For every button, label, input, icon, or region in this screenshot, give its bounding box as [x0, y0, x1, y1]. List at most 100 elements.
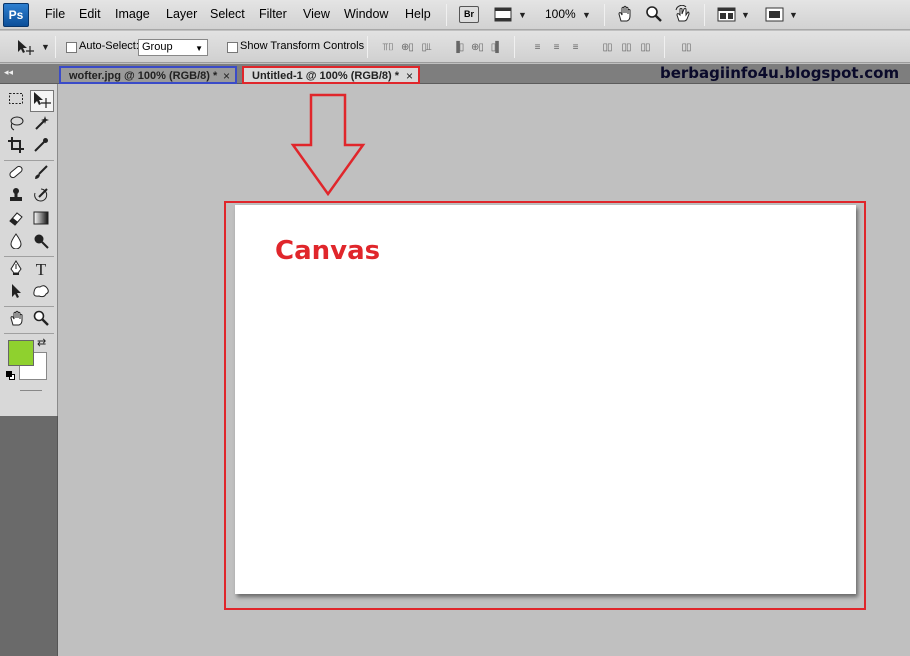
tab-wofter[interactable]: wofter.jpg @ 100% (RGB/8) * ×	[59, 66, 237, 84]
brush-tool[interactable]	[31, 164, 51, 184]
pen-icon	[10, 260, 22, 275]
chevron-down-icon[interactable]: ▼	[741, 10, 750, 20]
zoom-level[interactable]: 100%	[545, 7, 576, 21]
dodge-icon	[34, 234, 49, 249]
distribute-left-icon[interactable]: ▯▯	[599, 41, 615, 54]
canvas-annotation-label: Canvas	[275, 236, 381, 266]
screen-view-button[interactable]	[494, 7, 514, 23]
tools-separator	[4, 306, 54, 307]
stamp-icon	[10, 188, 22, 201]
hand-tool[interactable]	[6, 310, 26, 330]
marquee-tool[interactable]	[6, 92, 26, 112]
move-tool[interactable]	[30, 90, 54, 112]
history-brush-tool[interactable]	[31, 187, 51, 207]
distribute-top-icon[interactable]: ≡	[529, 41, 545, 54]
chevron-down-icon[interactable]: ▼	[789, 10, 798, 20]
bridge-button[interactable]: Br	[459, 6, 479, 23]
auto-align-icon[interactable]: ▯▯	[678, 41, 694, 54]
menu-separator	[446, 4, 447, 26]
foreground-color-swatch[interactable]	[8, 340, 34, 366]
magnifier-icon	[33, 310, 49, 326]
menu-layer[interactable]: Layer	[166, 7, 197, 21]
menu-file[interactable]: File	[45, 7, 65, 21]
film-strip-icon	[494, 7, 512, 22]
close-icon[interactable]: ×	[406, 68, 413, 85]
options-bar: ▼ Auto-Select: Group ▼ Show Transform Co…	[0, 31, 910, 63]
auto-select-label: Auto-Select:	[79, 40, 139, 52]
gradient-tool[interactable]	[31, 210, 51, 230]
drop-icon	[10, 233, 22, 250]
crop-tool[interactable]	[6, 137, 26, 157]
clone-stamp-tool[interactable]	[6, 187, 26, 207]
options-separator	[367, 36, 368, 58]
rotate-hand-icon	[675, 4, 690, 22]
distribute-right-icon[interactable]: ▯▯	[637, 41, 653, 54]
align-horizontal-center-icon[interactable]: ⊕▯	[469, 41, 485, 54]
chevron-down-icon[interactable]: ▼	[582, 10, 591, 20]
tools-panel: T ⇄	[0, 84, 58, 416]
dodge-tool[interactable]	[31, 233, 51, 253]
eraser-tool[interactable]	[6, 210, 26, 230]
arrange-documents-button[interactable]	[717, 7, 737, 23]
menu-view[interactable]: View	[303, 7, 330, 21]
tools-separator	[4, 333, 54, 334]
tab-label: wofter.jpg @ 100% (RGB/8) *	[69, 70, 218, 82]
custom-shape-tool[interactable]	[31, 283, 51, 303]
menu-edit[interactable]: Edit	[79, 7, 101, 21]
menu-help[interactable]: Help	[405, 7, 431, 21]
align-vertical-center-icon[interactable]: ⊕▯	[399, 41, 415, 54]
down-arrow-annotation	[290, 93, 366, 197]
default-colors-icon[interactable]	[6, 371, 15, 380]
align-bottom-icon[interactable]: ▯⫫	[418, 41, 434, 54]
distribute-horizontal-icon[interactable]: ▯▯	[618, 41, 634, 54]
type-icon: T	[35, 260, 47, 279]
auto-select-dropdown[interactable]: Group ▼	[138, 39, 208, 56]
distribute-bottom-icon[interactable]: ≡	[567, 41, 583, 54]
eyedropper-tool[interactable]	[31, 137, 51, 157]
magnifier-icon	[646, 6, 662, 22]
menu-filter[interactable]: Filter	[259, 7, 287, 21]
eyedropper-icon	[34, 138, 48, 152]
align-left-icon[interactable]: ▐▯	[450, 41, 466, 54]
gradient-icon	[33, 211, 49, 225]
tab-untitled[interactable]: Untitled-1 @ 100% (RGB/8) * ×	[242, 66, 420, 84]
show-transform-checkbox[interactable]	[227, 42, 238, 53]
distribute-center-icon[interactable]: ≡	[548, 41, 564, 54]
options-separator	[664, 36, 665, 58]
healing-brush-tool[interactable]	[6, 164, 26, 184]
menu-separator	[704, 4, 705, 26]
lasso-icon	[10, 116, 24, 131]
menu-image[interactable]: Image	[115, 7, 150, 21]
zoom-tool[interactable]	[31, 310, 51, 330]
move-tool-icon	[18, 40, 34, 55]
chevron-down-icon[interactable]: ▼	[518, 10, 527, 20]
eraser-icon	[9, 212, 23, 226]
chevron-down-icon: ▼	[195, 44, 203, 53]
pen-tool[interactable]	[6, 260, 26, 280]
collapse-panel-icon[interactable]: ◂◂	[4, 67, 13, 78]
lasso-tool[interactable]	[6, 115, 26, 135]
screen-mode-button[interactable]	[765, 6, 785, 24]
close-icon[interactable]: ×	[223, 68, 230, 85]
path-selection-tool[interactable]	[6, 283, 26, 303]
magic-wand-icon	[35, 116, 49, 130]
menu-select[interactable]: Select	[210, 7, 245, 21]
hand-tool-button[interactable]	[616, 5, 634, 23]
magic-wand-tool[interactable]	[31, 115, 51, 135]
tools-panel-footer	[0, 416, 58, 656]
auto-select-checkbox[interactable]	[66, 42, 77, 53]
menu-window[interactable]: Window	[344, 7, 388, 21]
rotate-view-button[interactable]	[674, 4, 692, 23]
tool-preset-picker[interactable]	[15, 38, 37, 56]
screen-mode-icon	[765, 7, 784, 22]
blur-tool[interactable]	[6, 233, 26, 253]
photoshop-logo[interactable]: Ps	[3, 3, 29, 27]
tools-separator	[4, 160, 54, 161]
swap-colors-icon[interactable]: ⇄	[37, 336, 46, 349]
align-top-icon[interactable]: ⫪▯	[380, 41, 396, 54]
chevron-down-icon[interactable]: ▼	[41, 42, 50, 52]
align-right-icon[interactable]: ▯▌	[488, 41, 504, 54]
type-tool[interactable]: T	[31, 260, 51, 280]
hand-icon	[10, 310, 23, 326]
zoom-tool-button[interactable]	[645, 5, 663, 23]
